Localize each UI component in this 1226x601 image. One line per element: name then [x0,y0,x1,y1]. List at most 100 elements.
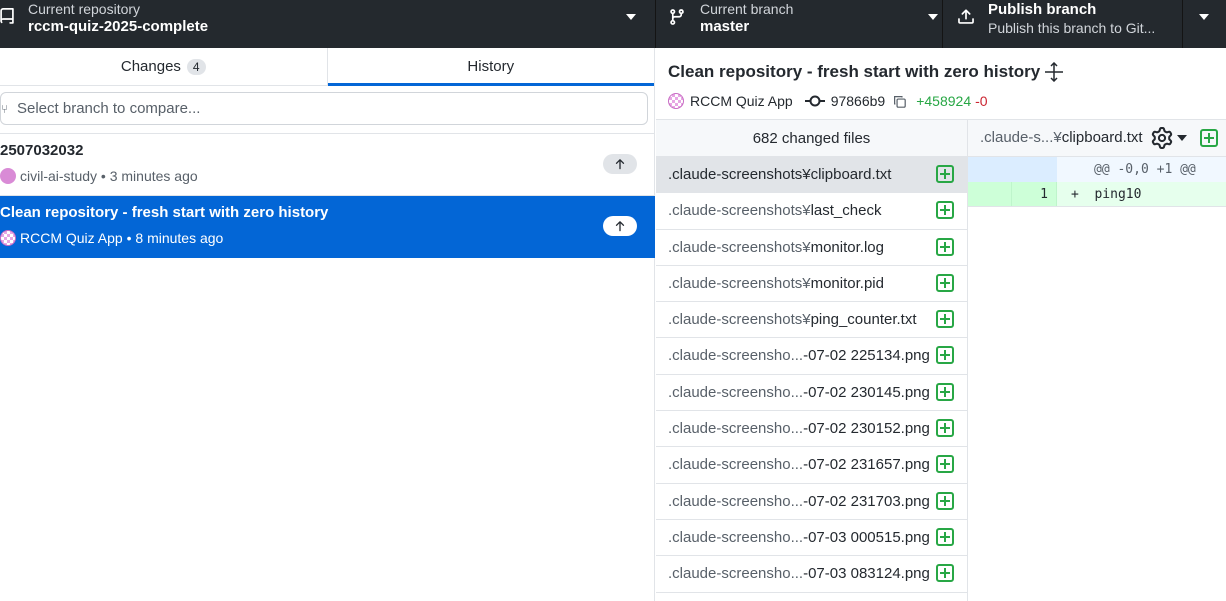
file-dir: .claude-screensho... [668,456,804,474]
file-added-icon [936,491,954,510]
unpushed-indicator [603,154,637,174]
file-added-icon [936,382,954,401]
avatar [0,230,16,246]
file-name: monitor.log [810,238,884,256]
publish-branch-button[interactable]: Publish branch Publish this branch to Gi… [943,0,1183,48]
repo-label: Current repository [28,1,141,17]
file-name: -07-03 000515.png [803,528,930,546]
file-added-icon [936,346,954,365]
publish-label: Publish branch [988,1,1097,18]
branch-selector[interactable]: Current branch master [656,0,943,48]
commit-summary-title: Clean repository - fresh start with zero… [668,62,1041,81]
changed-file-item[interactable]: .claude-screenshots¥ping_counter.txt [656,302,967,339]
branch-compare-placeholder: Select branch to compare... [17,100,201,117]
file-path: .claude-screenshots¥monitor.log [668,239,884,256]
expand-icon[interactable] [1044,62,1064,82]
chevron-down-icon [928,14,938,20]
file-name: clipboard.txt [810,166,892,183]
unpushed-indicator [603,216,637,236]
file-dir: .claude-screensho... [668,383,804,401]
file-added-icon [936,419,954,438]
avatar [668,93,684,109]
file-path: .claude-screenshots¥last_check [668,202,881,219]
file-added-icon [1200,129,1218,147]
hunk-text: @@ -0,0 +1 @@ [1057,157,1226,182]
diff-line-text: + ping10 [1071,187,1142,202]
repository-selector[interactable]: Current repository rccm-quiz-2025-comple… [0,0,656,48]
branch-icon [670,9,684,25]
file-path: .claude-screensho...-07-02 230152.png [668,420,930,437]
tab-history[interactable]: History [327,48,655,86]
additions-count: +458924 [916,93,972,109]
new-line-number: 1 [1012,182,1057,206]
file-dir: .claude-screenshots¥ [668,311,811,329]
file-path: .claude-screensho...-07-02 231657.png [668,456,930,473]
branch-icon: ⑂ [1,101,9,116]
changed-file-item[interactable]: .claude-screensho...-07-02 231657.png [656,447,967,484]
commit-item-selected[interactable]: Clean repository - fresh start with zero… [0,196,655,258]
file-path: .claude-screenshots¥ping_counter.txt [668,311,917,328]
file-added-icon [936,564,954,583]
branch-label: Current branch [700,1,794,17]
commit-sha: 97866b9 [830,93,886,109]
commit-summary: Clean repository - fresh start with zero… [656,48,1226,118]
changed-file-item[interactable]: .claude-screenshots¥clipboard.txt [656,157,967,194]
tab-bar: Changes 4 History [0,48,654,86]
diff-view: .claude-s...¥clipboard.txt @@ -0,0 +1 @@… [968,119,1226,601]
file-name: -07-02 230145.png [803,383,930,401]
branch-compare-input[interactable]: ⑂ Select branch to compare... [0,92,648,125]
diff-hunk-header: @@ -0,0 +1 @@ [968,157,1226,182]
commit-time: 3 minutes ago [109,168,198,184]
commit-author: RCCM Quiz App [20,230,123,246]
tab-history-label: History [467,58,515,75]
commit-meta: civil-ai-study • 3 minutes ago [0,168,198,184]
changed-file-item[interactable]: .claude-screensho...-07-03 083124.png [656,556,967,593]
separator: • [122,230,136,246]
changed-files-list: 682 changed files .claude-screenshots¥cl… [656,119,968,601]
changed-file-item[interactable]: .claude-screensho...-07-03 000515.png [656,520,967,557]
file-name: -07-03 083124.png [803,565,930,583]
file-dir: .claude-screenshots¥ [668,166,811,183]
chevron-down-icon[interactable] [1177,135,1187,141]
file-path: .claude-screensho...-07-02 225134.png [668,347,930,364]
repo-icon [0,8,14,24]
file-dir: .claude-screensho... [668,347,804,365]
hunk-gutter [968,157,1057,182]
upload-icon [958,9,974,24]
changed-file-item[interactable]: .claude-screenshots¥monitor.log [656,230,967,266]
file-added-icon [936,455,954,474]
branch-name: master [700,18,750,35]
file-path: .claude-screensho...-07-02 230145.png [668,384,930,401]
gear-icon[interactable] [1151,127,1173,149]
file-name: -07-02 231703.png [803,492,930,510]
publish-dropdown-button[interactable] [1183,0,1226,48]
avatar [0,168,16,184]
commit-summary-meta: RCCM Quiz App 97866b9 +458924 -0 [668,93,988,109]
file-dir: .claude-screenshots¥ [668,238,811,256]
tab-changes[interactable]: Changes 4 [0,48,328,85]
changed-file-item[interactable]: .claude-screenshots¥monitor.pid [656,266,967,303]
changed-file-item[interactable]: .claude-screensho...-07-02 230152.png [656,411,967,448]
copy-icon[interactable] [893,95,907,108]
changed-file-item[interactable]: .claude-screensho...-07-02 225134.png [656,338,967,375]
changed-file-item[interactable]: .claude-screenshots¥last_check [656,193,967,230]
file-name: -07-02 230152.png [803,420,930,438]
changes-count-badge: 4 [186,58,206,75]
file-added-icon [936,527,954,546]
commit-author: RCCM Quiz App [690,93,793,109]
file-dir: .claude-screensho... [668,528,804,546]
commit-item[interactable]: 2507032032 civil-ai-study • 3 minutes ag… [0,134,655,196]
changed-file-item[interactable]: .claude-screensho...-07-02 230145.png [656,375,967,412]
file-name: monitor.pid [810,274,884,292]
file-name: last_check [810,202,882,220]
file-added-icon [936,273,954,292]
file-path: .claude-screensho...-07-02 231703.png [668,493,930,510]
file-path: .claude-screensho...-07-03 083124.png [668,565,930,582]
file-path: .claude-screenshots¥monitor.pid [668,275,884,292]
diff-line-added[interactable]: 1 + ping10 [968,182,1226,207]
chevron-down-icon [1199,14,1209,20]
separator: • [97,168,110,184]
old-line-number [968,182,1012,206]
changed-file-item[interactable]: .claude-screensho...-07-02 231703.png [656,484,967,520]
file-added-icon [936,310,954,329]
